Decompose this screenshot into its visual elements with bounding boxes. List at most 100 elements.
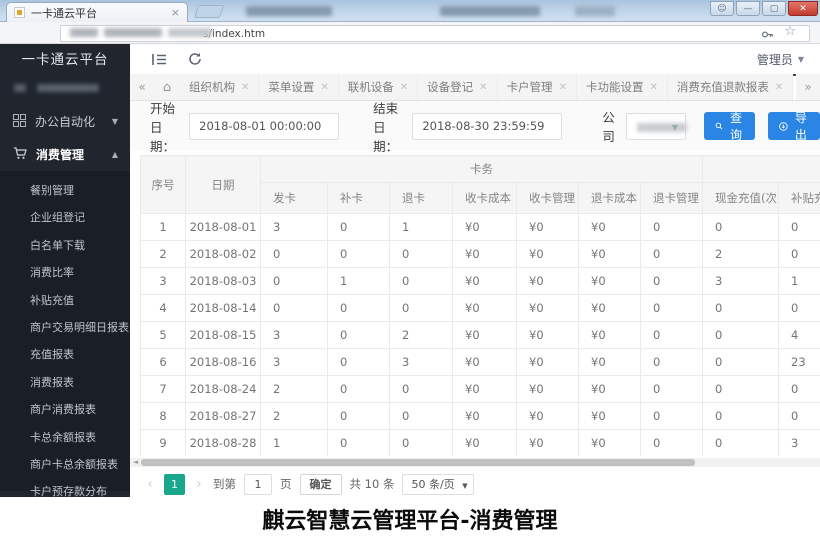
sidebar-item-office-automation[interactable]: 办公自动化 ▼	[0, 105, 130, 138]
close-button[interactable]: ✕	[788, 1, 818, 16]
sidebar-item-label: 办公自动化	[35, 113, 95, 130]
cell: ¥0	[453, 376, 517, 403]
confirm-page-button[interactable]: 确定	[300, 474, 342, 495]
page-size-select[interactable]: 50 条/页 ▼	[402, 474, 473, 495]
workspace-tab[interactable]: 设备登记 ✕	[418, 74, 497, 100]
browser-tab-redacted[interactable]	[575, 6, 615, 16]
table-row: 2 2018-08-02 0 0 0 ¥0 ¥0 ¥0 0 2 0	[141, 241, 820, 268]
export-button[interactable]: 导出	[768, 112, 820, 140]
cell: 2	[390, 322, 453, 349]
sidebar-submenu-item[interactable]: 消费报表	[0, 369, 130, 396]
cell: 0	[779, 376, 820, 403]
col-header: 发卡	[261, 183, 328, 214]
workspace-tab-label: 菜单设置	[268, 79, 314, 95]
workspace-tab[interactable]: 卡功能设置 ✕	[577, 74, 668, 100]
cell: 0	[390, 295, 453, 322]
horizontal-scrollbar[interactable]: ◄	[130, 458, 820, 467]
cell: 0	[261, 241, 328, 268]
sidebar-submenu-item[interactable]: 补贴充值	[0, 287, 130, 314]
workspace-tab[interactable]: 联机设备 ✕	[339, 74, 418, 100]
cell: ¥0	[453, 430, 517, 457]
tab-close-icon[interactable]: ✕	[649, 82, 657, 93]
workspace-tab[interactable]: 菜单设置 ✕	[259, 74, 338, 100]
workspace-tab[interactable]: 组织机构 ✕	[180, 74, 259, 100]
sidebar-submenu-item[interactable]: 商户交易明细日报表	[0, 314, 130, 341]
next-page-icon[interactable]: ›	[193, 477, 205, 492]
sidebar-submenu-item[interactable]: 白名单下载	[0, 232, 130, 259]
sidebar-submenu-item[interactable]: 卡户预存款分布	[0, 478, 130, 497]
window-controls: ☺ — ▢ ✕	[710, 1, 818, 16]
sidebar-submenu-item[interactable]: 卡总余额报表	[0, 424, 130, 451]
cell: 1	[779, 268, 820, 295]
scroll-left-arrow-icon[interactable]: ◄	[131, 458, 140, 467]
cell-no: 2	[141, 241, 186, 268]
tab-close-icon[interactable]: ✕	[775, 82, 783, 93]
cell-date: 2018-08-02	[186, 241, 261, 268]
sidebar-submenu-item[interactable]: 餐别管理	[0, 177, 130, 204]
current-page-button[interactable]: 1	[164, 474, 185, 495]
home-icon[interactable]: ⌂	[154, 74, 180, 100]
tab-close-icon[interactable]: ✕	[320, 82, 328, 93]
tab-close-icon[interactable]: ✕	[400, 82, 408, 93]
sidebar-submenu-item[interactable]: 消费比率	[0, 259, 130, 286]
workspace-tabs: 组织机构 ✕ 菜单设置 ✕ 联机设备 ✕ 设备登记	[180, 74, 796, 100]
goto-suffix-label: 页	[280, 476, 292, 492]
cell: 0	[328, 322, 390, 349]
bookmark-star-icon[interactable]: ☆	[784, 24, 796, 39]
tabs-scroll-left-icon[interactable]: «	[130, 74, 154, 100]
scrollbar-thumb[interactable]	[141, 459, 695, 466]
cell: ¥0	[517, 376, 579, 403]
search-icon	[715, 120, 723, 132]
maximize-button[interactable]: ▢	[762, 1, 786, 16]
browser-tabstrip: 一卡通云平台 × ☺ — ▢ ✕	[0, 0, 820, 22]
chevron-up-icon: ▲	[112, 150, 118, 159]
workspace-tab[interactable]: 卡户管理 ✕	[498, 74, 577, 100]
cell: 0	[641, 430, 703, 457]
page-size-value: 50 条/页	[411, 476, 454, 492]
cell: ¥0	[579, 214, 641, 241]
cell-date: 2018-08-01	[186, 214, 261, 241]
workspace-tabbar: « ⌂ 组织机构 ✕ 菜单设置 ✕ 联机设备 ✕	[130, 74, 820, 101]
cell: 3	[703, 268, 779, 295]
browser-tab-active[interactable]: 一卡通云平台 ×	[6, 2, 188, 22]
key-icon[interactable]	[761, 26, 774, 45]
tab-close-icon[interactable]: ✕	[479, 82, 487, 93]
cell: 0	[703, 376, 779, 403]
sidebar-submenu-item[interactable]: 企业组登记	[0, 204, 130, 231]
tab-close-icon[interactable]: ✕	[559, 82, 567, 93]
prev-page-icon[interactable]: ‹	[144, 477, 156, 492]
browser-tab-close-icon[interactable]: ×	[171, 7, 180, 18]
cell-no: 5	[141, 322, 186, 349]
refresh-icon[interactable]	[188, 51, 202, 70]
cell: 0	[328, 295, 390, 322]
browser-tab-redacted[interactable]	[246, 6, 332, 16]
sidebar-submenu-item[interactable]: 商户卡总余额报表	[0, 451, 130, 478]
user-menu-label: 管理员	[757, 51, 793, 68]
apps-grid-icon	[13, 114, 26, 130]
sidebar-item-consume-management[interactable]: 消费管理 ▲	[0, 138, 130, 171]
sidebar-item-redacted[interactable]	[0, 79, 130, 99]
start-date-input[interactable]	[189, 113, 339, 140]
goto-page-input[interactable]	[244, 474, 272, 495]
cell: 0	[328, 403, 390, 430]
query-button[interactable]: 查询	[704, 112, 755, 140]
table-row: 1 2018-08-01 3 0 1 ¥0 ¥0 ¥0 0 0 0	[141, 214, 820, 241]
collapse-sidebar-icon[interactable]	[152, 51, 167, 70]
end-date-input[interactable]	[412, 113, 562, 140]
browser-tab-redacted[interactable]	[440, 6, 540, 16]
cell: 1	[328, 268, 390, 295]
minimize-button[interactable]: —	[736, 1, 760, 16]
cell: 0	[328, 376, 390, 403]
profile-icon[interactable]: ☺	[710, 1, 734, 16]
sidebar-submenu-item[interactable]: 充值报表	[0, 341, 130, 368]
tabs-scroll-right-icon[interactable]: »	[796, 74, 820, 100]
new-tab-button[interactable]	[194, 5, 224, 18]
workspace-tab[interactable]: 消费充值退款报表 ✕	[668, 74, 793, 100]
cell: 0	[328, 241, 390, 268]
cell: 0	[641, 376, 703, 403]
tab-close-icon[interactable]: ✕	[241, 82, 249, 93]
company-select[interactable]: ▼	[626, 113, 686, 140]
report-table: 序号 日期 卡务 发卡 补卡 退卡 收卡成本 收卡管理 退卡成本 退卡管理 现金…	[140, 155, 820, 456]
sidebar-submenu-item[interactable]: 商户消费报表	[0, 396, 130, 423]
user-menu[interactable]: 管理员 ▼	[757, 51, 804, 68]
